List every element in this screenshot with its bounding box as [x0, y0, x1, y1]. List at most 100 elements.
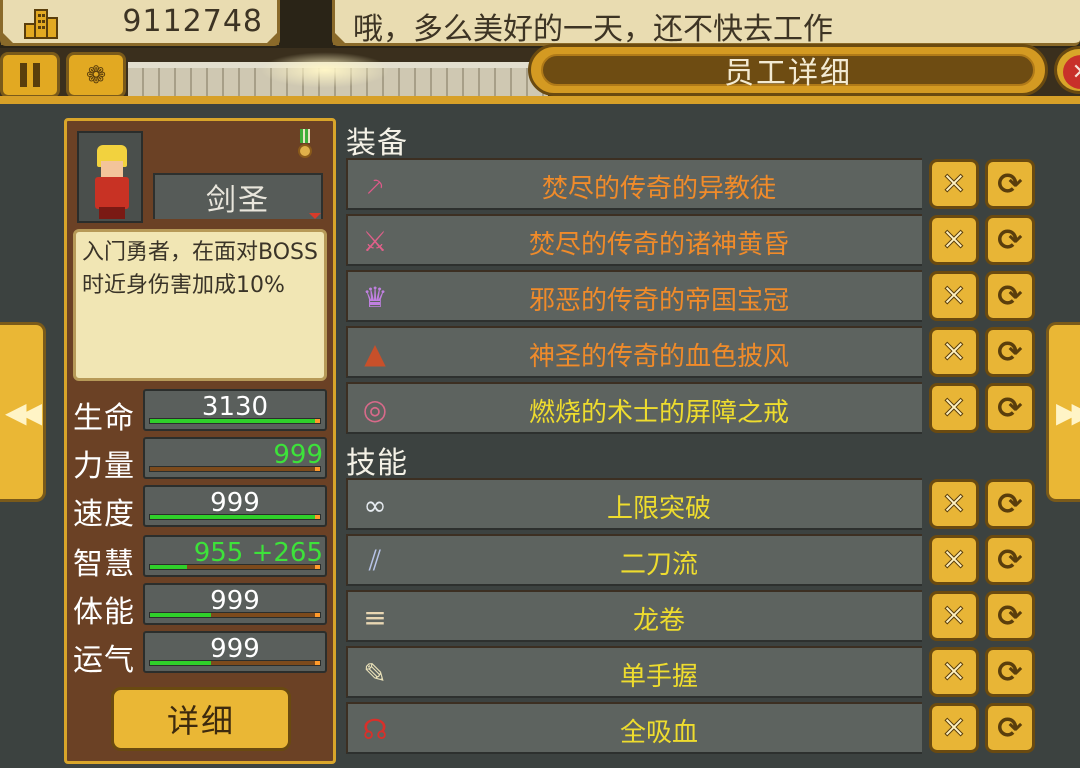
stat-row: 速度 999	[71, 485, 331, 532]
stat-progress-tip	[315, 515, 320, 519]
remove-icon: ✕	[941, 654, 967, 690]
double-right-arrow-icon: ▶▶	[1055, 395, 1080, 429]
status-message: 哦，多么美好的一天，还不快去工作	[353, 12, 833, 47]
stat-label: 速度	[73, 497, 135, 532]
stat-label: 运气	[73, 643, 135, 678]
panel-title-bar: 员工详细	[528, 44, 1048, 96]
remove-button[interactable]: ✕	[929, 271, 979, 321]
remove-button[interactable]: ✕	[929, 535, 979, 585]
swap-button[interactable]: ⟳	[985, 383, 1035, 433]
swap-icon: ⟳	[997, 542, 1023, 578]
swap-button[interactable]: ⟳	[985, 159, 1035, 209]
detail-button[interactable]: 详细	[111, 687, 291, 751]
item-name: 二刀流	[619, 550, 698, 580]
remove-button[interactable]: ✕	[929, 215, 979, 265]
skills-title: 技能	[346, 446, 408, 481]
detail-button-label: 详细	[166, 702, 235, 740]
equipment-row[interactable]: ⸕ 焚尽的传奇的异教徒	[346, 158, 922, 210]
money-value: 9112748	[122, 4, 263, 39]
remove-button[interactable]: ✕	[929, 647, 979, 697]
item-name: 燃烧的术士的屏障之戒	[528, 398, 789, 428]
one-hand-sword-icon: ✎	[363, 656, 387, 690]
swap-button[interactable]: ⟳	[985, 327, 1035, 377]
stat-progress-tip	[315, 661, 320, 665]
equipment-row[interactable]: ◎ 燃烧的术士的屏障之戒	[346, 382, 922, 434]
crown-icon: ♛	[362, 280, 388, 314]
skill-row[interactable]: ☊ 全吸血	[346, 702, 922, 754]
remove-button[interactable]: ✕	[929, 159, 979, 209]
stat-row: 智慧 955 +265	[71, 535, 331, 582]
remove-button[interactable]: ✕	[929, 383, 979, 433]
stat-progress-fill	[150, 661, 212, 665]
equipment-row[interactable]: ♛ 邪恶的传奇的帝国宝冠	[346, 270, 922, 322]
stat-progress-track	[149, 466, 321, 472]
character-panel: 剑圣 入门勇者，在面对BOSS时近身伤害加成10% 生命 3130 力量 999 速度 9…	[64, 118, 336, 764]
stat-progress-track	[149, 612, 321, 618]
remove-icon: ✕	[941, 166, 967, 202]
swap-icon: ⟳	[997, 710, 1023, 746]
remove-button[interactable]: ✕	[929, 703, 979, 753]
skill-row[interactable]: ✎ 单手握	[346, 646, 922, 698]
chain-icon: ∞	[363, 488, 387, 522]
swap-button[interactable]: ⟳	[985, 647, 1035, 697]
corner-ornament	[333, 31, 347, 45]
stat-bar: 999	[143, 437, 327, 479]
prev-employee-button[interactable]: ◀◀	[0, 322, 46, 502]
swap-button[interactable]: ⟳	[985, 535, 1035, 585]
swap-button[interactable]: ⟳	[985, 703, 1035, 753]
swap-icon: ⟳	[997, 598, 1023, 634]
class-description: 入门勇者，在面对BOSS时近身伤害加成10%	[82, 240, 318, 298]
equipment-row[interactable]: ▲ 神圣的传奇的血色披风	[346, 326, 922, 378]
stat-row: 力量 999	[71, 437, 331, 484]
dual-blades-icon: ⫽	[368, 544, 382, 577]
sword-icon: ⸕	[364, 169, 386, 202]
item-name: 单手握	[619, 662, 698, 692]
pause-icon	[17, 63, 43, 87]
stat-progress-tip	[315, 613, 320, 617]
skill-row[interactable]: ⫽ 二刀流	[346, 534, 922, 586]
panel-title: 员工详细	[724, 56, 852, 91]
swap-button[interactable]: ⟳	[985, 479, 1035, 529]
stat-progress-fill	[150, 419, 320, 423]
swap-button[interactable]: ⟳	[985, 215, 1035, 265]
swap-icon: ⟳	[997, 222, 1023, 258]
swap-button[interactable]: ⟳	[985, 271, 1035, 321]
vampire-icon: ☊	[362, 712, 388, 746]
stat-progress-tip	[315, 467, 320, 471]
remove-button[interactable]: ✕	[929, 591, 979, 641]
remove-button[interactable]: ✕	[929, 479, 979, 529]
swap-icon: ⟳	[997, 390, 1023, 426]
corner-ornament	[1, 31, 15, 45]
pause-button[interactable]	[0, 52, 60, 98]
skill-row[interactable]: ≡ 龙卷	[346, 590, 922, 642]
stat-progress-track	[149, 564, 321, 570]
remove-icon: ✕	[941, 486, 967, 522]
medal-icon	[297, 129, 313, 159]
equipment-title: 装备	[346, 126, 408, 161]
item-name: 焚尽的传奇的诸神黄昏	[528, 230, 789, 260]
equipment-row[interactable]: ⚔ 焚尽的传奇的诸神黄昏	[346, 214, 922, 266]
item-name: 邪恶的传奇的帝国宝冠	[528, 286, 789, 316]
top-bar: 9112748 哦，多么美好的一天，还不快去工作	[0, 0, 1080, 48]
next-employee-button[interactable]: ▶▶	[1046, 322, 1080, 502]
description-box: 入门勇者，在面对BOSS时近身伤害加成10%	[73, 229, 327, 381]
skill-row[interactable]: ∞ 上限突破	[346, 478, 922, 530]
swap-icon: ⟳	[997, 166, 1023, 202]
stats-button[interactable]: ❁	[66, 52, 126, 98]
class-name-box[interactable]: 剑圣	[153, 173, 323, 219]
stat-bar: 999	[143, 485, 327, 527]
swap-button[interactable]: ⟳	[985, 591, 1035, 641]
stat-progress-fill	[150, 613, 212, 617]
stat-label: 力量	[73, 449, 135, 484]
stat-bar: 999	[143, 583, 327, 625]
close-icon: ✕	[1063, 55, 1080, 89]
item-name: 焚尽的传奇的异教徒	[541, 174, 776, 204]
sun-glow	[260, 52, 390, 88]
ring-icon: ◎	[362, 392, 388, 426]
stat-progress-track	[149, 660, 321, 666]
remove-icon: ✕	[941, 334, 967, 370]
swap-icon: ⟳	[997, 334, 1023, 370]
remove-button[interactable]: ✕	[929, 327, 979, 377]
corner-ornament	[265, 31, 279, 45]
hero-portrait	[77, 131, 143, 223]
